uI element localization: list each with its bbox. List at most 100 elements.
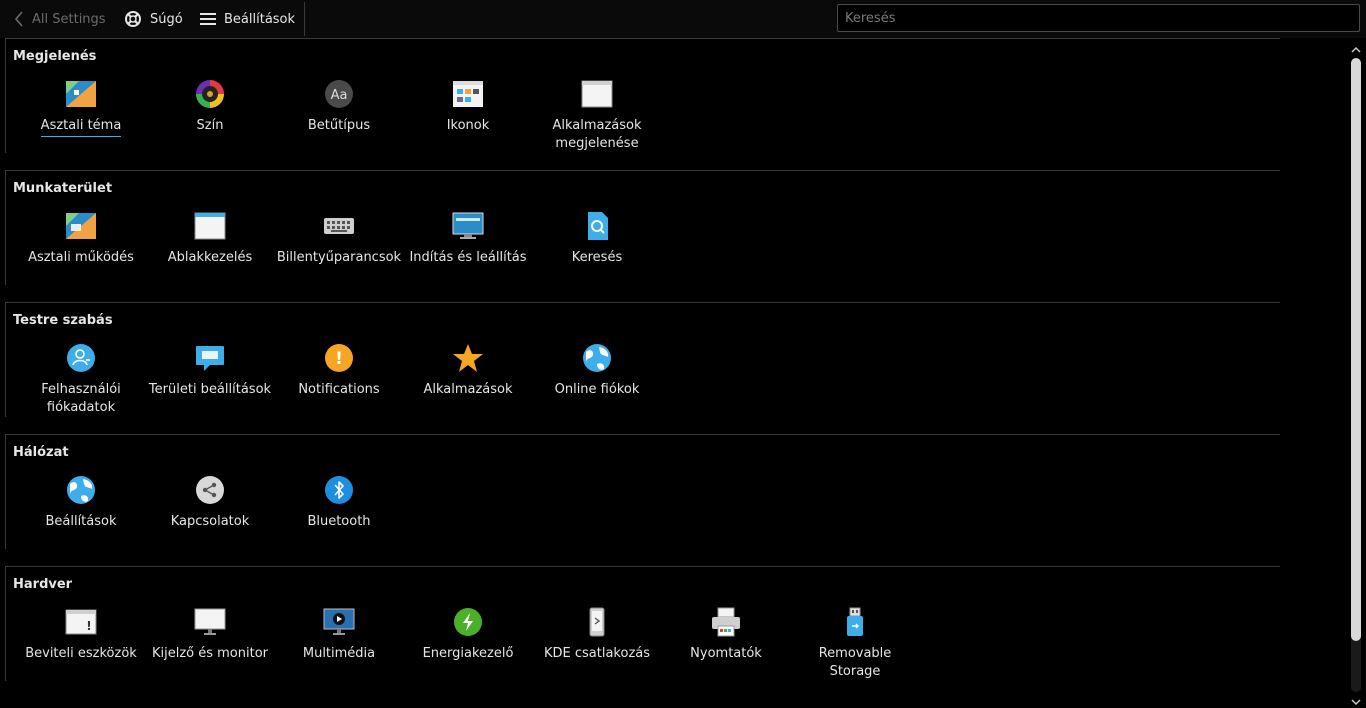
settings-module[interactable]: Alkalmazások: [404, 336, 532, 399]
settings-module[interactable]: Online fiókok: [533, 336, 661, 399]
icons-icon: [453, 81, 483, 107]
settings-content: Megjelenés Asztali téma Szín Aa Betűtípus Iko…: [0, 38, 1346, 708]
settings-module[interactable]: Alkalmazások megjelenése: [533, 72, 661, 153]
monitor-icon: [194, 608, 226, 635]
module-label: Asztali működés: [28, 250, 134, 265]
module-label: Alkalmazások megjelenése: [552, 118, 642, 151]
settings-module[interactable]: Asztali téma: [17, 72, 145, 137]
settings-module[interactable]: Beállítások: [17, 468, 145, 531]
category-title: Hardver: [13, 577, 73, 592]
settings-module[interactable]: KDE csatlakozás: [533, 600, 661, 663]
settings-module[interactable]: Kapcsolatok: [146, 468, 274, 531]
hamburger-menu-icon: [200, 13, 216, 25]
settings-module[interactable]: Bluetooth: [275, 468, 403, 531]
font-icon: Aa: [325, 80, 353, 108]
module-label: Szín: [196, 118, 224, 133]
notification-icon: !: [325, 344, 353, 372]
module-label: Alkalmazások: [423, 382, 513, 397]
desktop-theme-icon: [66, 81, 96, 107]
icon-glyph: !: [335, 349, 343, 369]
settings-category: Hardver! Beviteli eszközök Kijelző és moni…: [5, 566, 1280, 698]
help-button[interactable]: Súgó: [124, 0, 183, 38]
chevron-left-icon: [14, 11, 23, 27]
settings-module[interactable]: ! Notifications: [275, 336, 403, 399]
app-style-icon: [581, 80, 613, 108]
bluetooth-icon: [325, 476, 353, 504]
settings-module[interactable]: Billentyűparancsok: [275, 204, 403, 267]
module-label: Kijelző és monitor: [151, 646, 269, 661]
power-icon: [454, 608, 482, 636]
settings-module[interactable]: Asztali működés: [17, 204, 145, 267]
module-label: Betűtípus: [307, 118, 371, 133]
settings-module[interactable]: Multimédia: [275, 600, 403, 663]
star-icon: [453, 344, 483, 372]
module-label: Területi beállítások: [148, 382, 272, 397]
category-title: Munkaterület: [13, 181, 113, 196]
category-divider: [5, 38, 1280, 39]
settings-category: Munkaterület Asztali működés Ablakkezelés B…: [5, 170, 1280, 302]
module-label: Kapcsolatok: [170, 514, 250, 529]
module-label: Multimédia: [302, 646, 376, 661]
category-frame: [5, 170, 6, 285]
settings-module[interactable]: Területi beállítások: [146, 336, 274, 399]
settings-module[interactable]: ! Beviteli eszközök: [17, 600, 145, 663]
menu-label: Beállítások: [224, 11, 296, 27]
vertical-scrollbar[interactable]: [1349, 44, 1363, 708]
module-label: Bluetooth: [307, 514, 371, 529]
scroll-down-icon[interactable]: [1349, 696, 1363, 708]
settings-module[interactable]: Nyomtatók: [662, 600, 790, 663]
settings-module[interactable]: Energiakezelő: [404, 600, 532, 663]
module-label: Nyomtatók: [690, 646, 762, 661]
category-frame: [5, 566, 6, 681]
search-input[interactable]: [837, 4, 1360, 32]
module-label: Felhasználói fiókadatok: [41, 382, 121, 415]
search-file-icon: [588, 212, 608, 240]
settings-category: Hálózat Beállítások Kapcsolatok Bluetooth: [5, 434, 1280, 566]
category-divider: [5, 434, 1280, 435]
module-label: Online fiókok: [554, 382, 640, 397]
user-account-icon: [67, 344, 95, 372]
settings-module[interactable]: Ablakkezelés: [146, 204, 274, 267]
settings-module[interactable]: Ikonok: [404, 72, 532, 135]
category-divider: [5, 302, 1280, 303]
settings-module[interactable]: Szín: [146, 72, 274, 135]
settings-module[interactable]: Indítás és leállítás: [404, 204, 532, 267]
window-management-icon: [194, 212, 226, 240]
category-title: Hálózat: [13, 445, 69, 460]
globe-icon: [583, 344, 611, 372]
back-label: All Settings: [32, 11, 106, 27]
desktop-behavior-icon: [66, 213, 96, 239]
module-label: Indítás és leállítás: [409, 250, 527, 265]
network-globe-icon: [67, 476, 95, 504]
module-label: Billentyűparancsok: [276, 250, 402, 265]
scrollbar-thumb[interactable]: [1351, 58, 1361, 641]
keyboard-icon: [324, 218, 354, 234]
share-icon: [196, 476, 224, 504]
kde-connect-icon: [589, 607, 605, 637]
category-frame: [5, 38, 6, 153]
menu-button[interactable]: Beállítások: [200, 0, 295, 38]
settings-module[interactable]: Keresés: [533, 204, 661, 267]
category-title: Testre szabás: [13, 313, 113, 328]
module-label: Beállítások: [45, 514, 117, 529]
module-label: Beviteli eszközök: [25, 646, 137, 661]
lifebuoy-icon: [125, 11, 141, 27]
settings-module[interactable]: Felhasználói fiókadatok: [17, 336, 145, 417]
settings-module[interactable]: Kijelző és monitor: [146, 600, 274, 663]
category-frame: [5, 434, 6, 549]
module-label: Ikonok: [446, 118, 490, 133]
scroll-up-icon[interactable]: [1349, 44, 1363, 56]
settings-category: Megjelenés Asztali téma Szín Aa Betűtípus Iko…: [5, 38, 1280, 170]
printer-icon: [712, 607, 740, 637]
back-button[interactable]: All Settings: [14, 0, 106, 38]
settings-module[interactable]: Aa Betűtípus: [275, 72, 403, 135]
toolbar-separator: [304, 2, 305, 36]
startup-shutdown-icon: [452, 212, 484, 239]
module-label: KDE csatlakozás: [543, 646, 651, 661]
category-divider: [5, 170, 1280, 171]
regional-settings-icon: [196, 346, 224, 371]
settings-module[interactable]: Removable Storage: [791, 600, 919, 681]
usb-storage-icon: [847, 607, 863, 636]
icon-glyph: !: [86, 619, 91, 633]
category-frame: [5, 302, 6, 417]
